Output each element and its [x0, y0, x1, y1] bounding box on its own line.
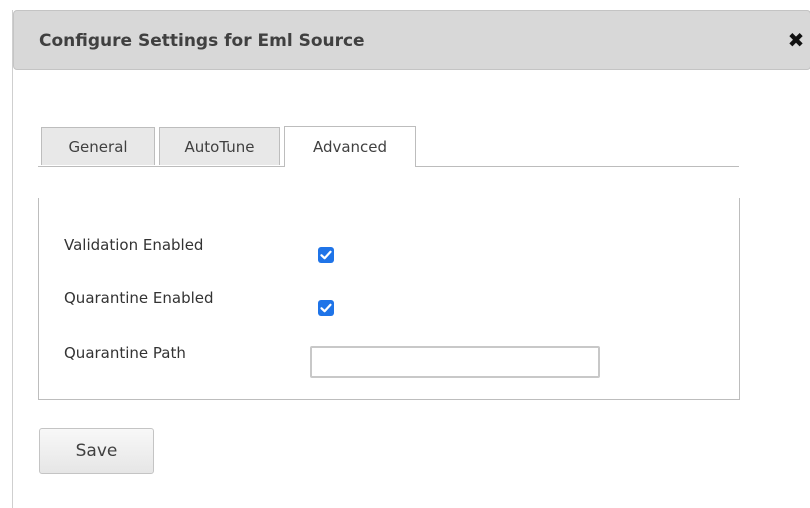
checkmark-icon [320, 303, 332, 313]
dialog-titlebar: Configure Settings for Eml Source ✖ [13, 10, 810, 70]
quarantine-path-input[interactable] [310, 346, 600, 378]
validation-enabled-label: Validation Enabled [64, 236, 204, 254]
quarantine-enabled-checkbox[interactable] [318, 300, 334, 316]
save-button[interactable]: Save [39, 428, 154, 474]
settings-dialog: Configure Settings for Eml Source ✖ Gene… [12, 10, 810, 508]
validation-enabled-checkbox[interactable] [318, 247, 334, 263]
close-icon[interactable]: ✖ [786, 29, 806, 51]
dialog-title: Configure Settings for Eml Source [39, 31, 365, 51]
tab-bar: General AutoTune Advanced [38, 118, 739, 167]
advanced-panel: Validation Enabled Quarantine Enabled Qu… [38, 198, 740, 400]
quarantine-enabled-label: Quarantine Enabled [64, 289, 214, 307]
tab-general[interactable]: General [41, 127, 155, 165]
quarantine-path-label: Quarantine Path [64, 344, 186, 362]
tab-autotune[interactable]: AutoTune [159, 127, 280, 165]
checkmark-icon [320, 250, 332, 260]
tab-advanced[interactable]: Advanced [284, 126, 416, 167]
